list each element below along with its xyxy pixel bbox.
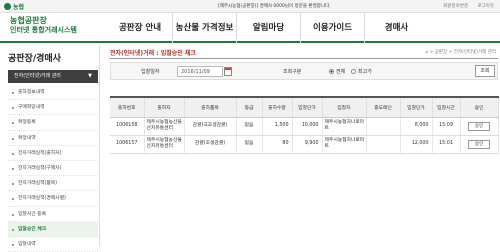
- sidebar-item[interactable]: 출하정보내역: [8, 85, 98, 101]
- welcome-message: [제주시농협(공판장)] 경매사 0000님이 방문을 환영합니다.: [218, 4, 331, 9]
- logo-text: 농협: [13, 4, 25, 11]
- results-table: 출하번호 출하자 출하품목 등급 출하수량 입찰단가 입찰자 중도매인 입찰단가 입찰시간 승인 1…: [110, 96, 499, 154]
- nav-price-info[interactable]: 농산물 가격정보: [172, 13, 236, 43]
- sidebar-item[interactable]: 전자거래실적(경매사별): [8, 191, 98, 207]
- table-cell: 제주시농협농산물산지유통센터: [144, 135, 185, 154]
- sidebar-item[interactable]: 구매희망내역: [8, 100, 98, 116]
- page-title: 전자(인터넷)거래 : 입찰승인 체크: [110, 50, 196, 57]
- sidebar-title: 공판장/경매사: [8, 54, 61, 64]
- search-panel: 입찰일자 2016/11/09 조회구분 전체 최고가 조회: [110, 62, 498, 80]
- sidebar-menu: 출하정보내역 구매희망내역 확정등록 확정내역 전자거래실적(출하자) 전자거래실적(구매…: [8, 85, 98, 252]
- column-header: 입찰시간: [432, 96, 461, 118]
- logout-link[interactable]: 로그아웃: [477, 4, 494, 9]
- date-label: 입찰일자: [141, 69, 160, 75]
- table-header-row: 출하번호 출하자 출하품목 등급 출하수량 입찰단가 입찰자 중도매인 입찰단가 입찰시간 승인: [110, 96, 499, 118]
- brand-line-1: 농협공판장: [10, 16, 47, 25]
- radio-unselected-icon: [351, 69, 356, 74]
- sidebar-item[interactable]: 입찰내역: [8, 237, 98, 252]
- table-row: 1006157 제주시농협농산물산지유통센터 감귤(조생감귤) 없음 80 9,900 제주…: [110, 135, 499, 154]
- nav-market-info[interactable]: 공판장 안내: [108, 13, 172, 43]
- main-nav: 공판장 안내 농산물 가격정보 알림마당 이용가이드 경매사: [108, 13, 428, 43]
- table-cell: 감귤(조생감귤): [184, 135, 237, 154]
- sidebar: 공판장/경매사 전자(인터넷)거래 관리 ▼ 출하정보내역 구매희망내역 확정등록 확정…: [0, 45, 100, 252]
- table-cell: 15:01: [432, 135, 461, 154]
- column-header: 입찰단가: [292, 96, 323, 118]
- table-cell: 12,000: [400, 135, 433, 154]
- site-header: 농협공판장 인터넷 통합거래시스템 공판장 안내 농산물 가격정보 알림마당 이…: [0, 13, 500, 43]
- table-cell: 제주시농협자나로마트: [322, 117, 367, 136]
- column-header: 입찰자: [322, 96, 367, 118]
- brand[interactable]: 농협공판장 인터넷 통합거래시스템: [10, 16, 77, 35]
- table-cell: 없음: [236, 135, 263, 154]
- table-cell-approve: 승인: [460, 117, 499, 136]
- nh-logo-icon: [4, 3, 11, 10]
- table-cell: 1,500: [262, 117, 293, 136]
- table-cell: 1006157: [110, 135, 145, 154]
- column-header: 출하품목: [184, 96, 237, 118]
- radio-recent[interactable]: 최고가: [351, 68, 372, 75]
- nav-guide[interactable]: 이용가이드: [300, 13, 364, 43]
- column-header: 출하자: [144, 96, 185, 118]
- column-header: 중도매인: [366, 96, 401, 118]
- sidebar-item[interactable]: 전자거래실적(품목): [8, 176, 98, 192]
- column-header: 등급: [236, 96, 263, 118]
- table-cell: 15:09: [432, 117, 461, 136]
- table-cell: 1006158: [110, 117, 145, 136]
- table-cell: 80: [262, 135, 293, 154]
- table-cell: 없음: [236, 117, 263, 136]
- main-content: 전자(인터넷)거래 : 입찰승인 체크 ⌂ > 공판장 > 전자(인터넷)거래 …: [104, 45, 500, 246]
- sidebar-item[interactable]: 전자거래실적(구매자): [8, 161, 98, 177]
- edit-profile-link[interactable]: 회원정보변경: [443, 4, 468, 9]
- column-header: 출하수량: [262, 96, 293, 118]
- table-cell: 제주시농협자나로마트: [322, 135, 367, 154]
- approve-button[interactable]: 승인: [468, 139, 490, 149]
- sidebar-item[interactable]: 확정등록: [8, 115, 98, 131]
- radio-all-label: 전체: [336, 69, 346, 75]
- column-header: 출하번호: [110, 96, 145, 118]
- date-input[interactable]: 2016/11/09: [177, 66, 223, 77]
- utility-links: 회원정보변경 로그아웃: [435, 3, 494, 9]
- sidebar-section-head[interactable]: 전자(인터넷)거래 관리 ▼: [8, 70, 98, 83]
- sidebar-item[interactable]: 입찰승인 체크: [8, 221, 98, 237]
- brand-line-2: 인터넷 통합거래시스템: [10, 26, 77, 34]
- calendar-icon[interactable]: [224, 67, 232, 76]
- breadcrumb: ⌂ > 공판장 > 전자(인터넷)거래 관리: [425, 50, 496, 55]
- sidebar-item[interactable]: 전자거래실적(출하자): [8, 146, 98, 161]
- top-utility-bar: 농협 [제주시농협(공판장)] 경매사 0000님이 방문을 환영합니다. 회원…: [0, 0, 500, 13]
- type-label: 조회구분: [283, 69, 302, 75]
- table-cell: 8,000: [400, 117, 433, 136]
- table-cell: 10,000: [292, 117, 323, 136]
- nh-logo[interactable]: 농협: [4, 2, 24, 11]
- caret-down-icon: ▼: [88, 73, 92, 79]
- radio-all[interactable]: 전체: [329, 68, 345, 75]
- nav-notices[interactable]: 알림마당: [236, 13, 300, 43]
- table-cell-approve: 승인: [460, 135, 499, 154]
- search-button[interactable]: 조회: [475, 65, 495, 77]
- table-cell: 제주시농협농산물산지유통센터: [144, 117, 185, 136]
- sidebar-section-label: 전자(인터넷)거래 관리: [14, 73, 61, 79]
- table-cell: 감귤(극조생감귤): [184, 117, 237, 136]
- table-cell: [366, 135, 401, 154]
- table-row: 1006158 제주시농협농산물산지유통센터 감귤(극조생감귤) 없음 1,500 10,…: [110, 117, 499, 136]
- sidebar-item[interactable]: 입찰시간 등록: [8, 207, 98, 222]
- table-cell: 9,900: [292, 135, 323, 154]
- radio-selected-icon: [329, 69, 334, 74]
- radio-recent-label: 최고가: [358, 69, 372, 75]
- approve-button[interactable]: 승인: [468, 121, 490, 131]
- title-divider: [110, 58, 498, 59]
- sidebar-item[interactable]: 확정내역: [8, 131, 98, 146]
- column-header: 입찰단가: [400, 96, 433, 118]
- table-body: 1006158 제주시농협농산물산지유통센터 감귤(극조생감귤) 없음 1,500 10,…: [110, 117, 499, 154]
- column-header: 승인: [460, 96, 499, 118]
- table-cell: [366, 117, 401, 136]
- nav-auctioneer[interactable]: 경매사: [364, 13, 428, 43]
